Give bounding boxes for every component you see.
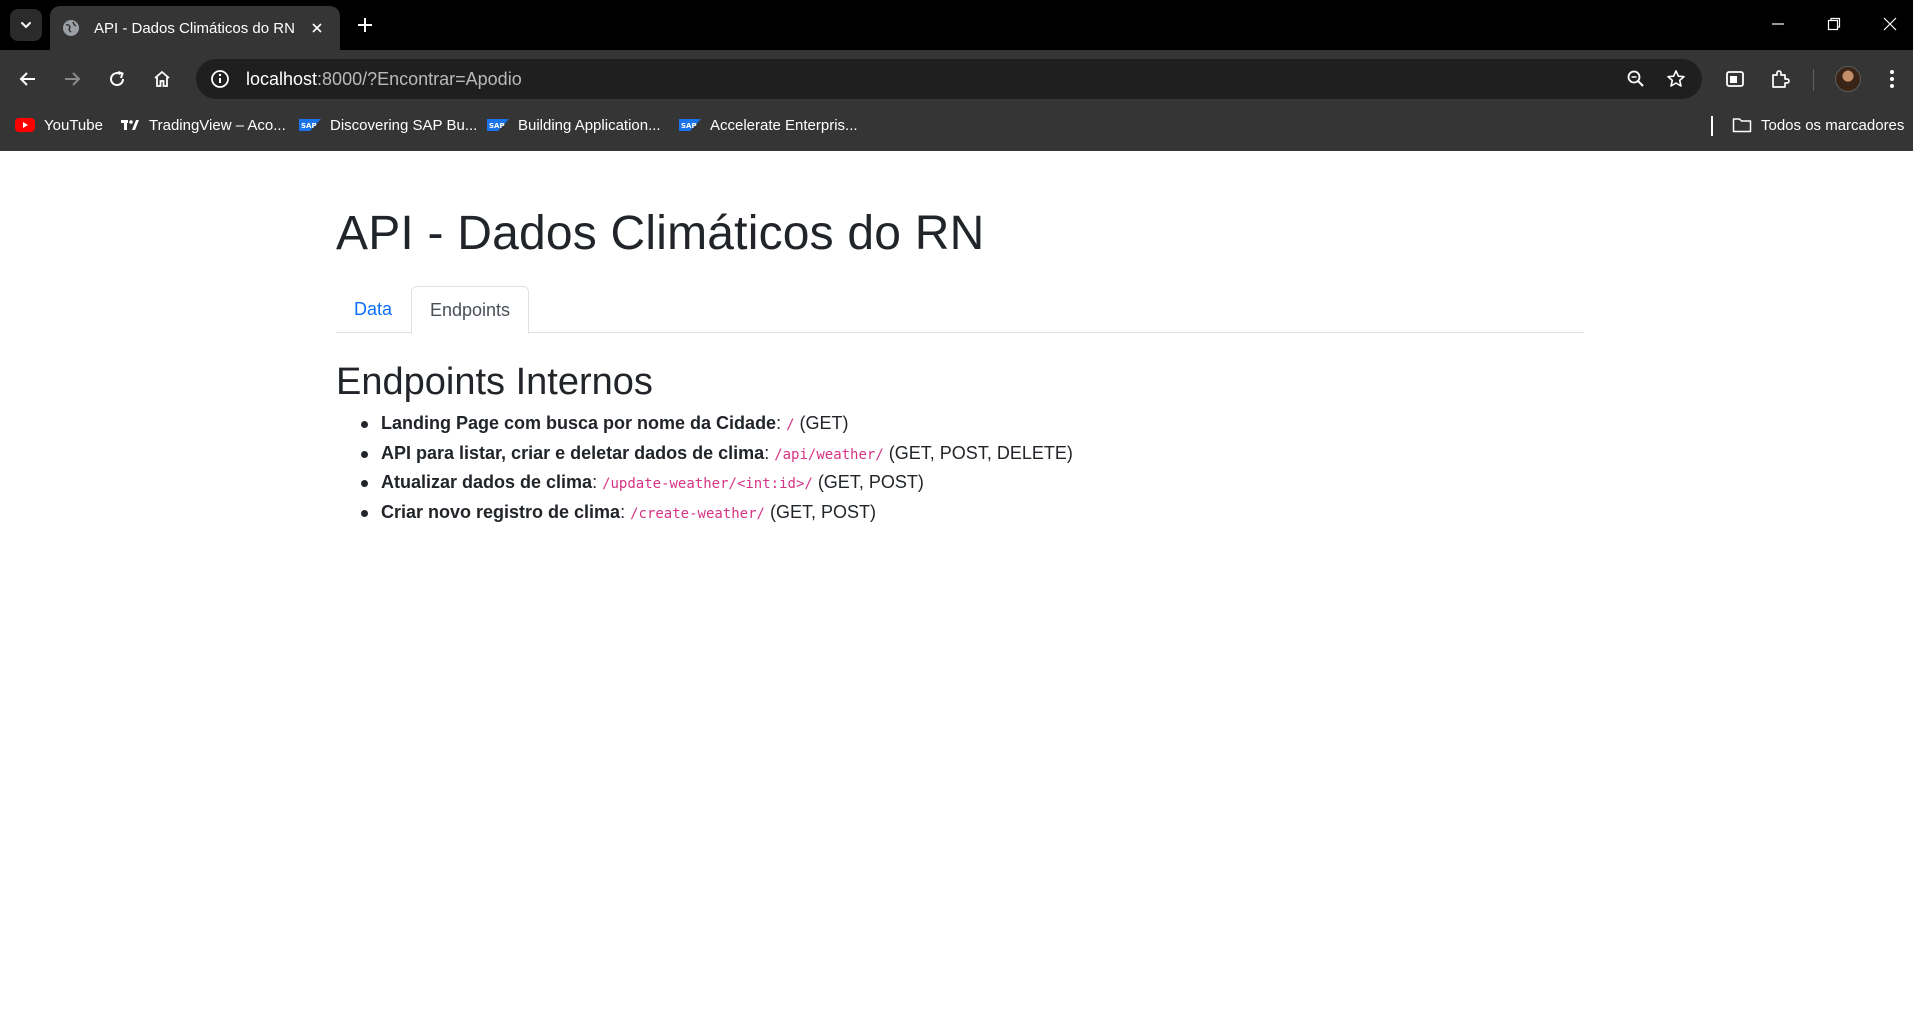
svg-text:SAP: SAP [681, 122, 697, 130]
close-window-button[interactable] [1868, 8, 1912, 40]
restore-button[interactable] [1812, 8, 1856, 40]
endpoint-path: /create-weather/ [630, 505, 765, 522]
avatar [1835, 66, 1861, 92]
forward-button[interactable] [56, 63, 88, 95]
endpoint-path: /update-weather/<int:id>/ [602, 476, 813, 492]
browser-chrome: API - Dados Climáticos do RN localhost:8… [0, 0, 1913, 151]
bookmark-label: TradingView – Aco... [149, 116, 286, 134]
tab-strip: API - Dados Climáticos do RN [0, 0, 1913, 50]
url-text[interactable]: localhost:8000/?Encontrar=Apodio [246, 69, 522, 90]
youtube-icon [15, 118, 35, 132]
new-tab-button[interactable] [352, 12, 378, 38]
sap-icon: SAP [299, 119, 321, 131]
endpoint-methods: (GET) [799, 413, 849, 433]
bookmark-youtube[interactable]: YouTube [15, 113, 103, 137]
reload-button[interactable] [101, 63, 133, 95]
all-bookmarks-button[interactable]: Todos os marcadores [1732, 113, 1904, 137]
sap-icon: SAP [679, 119, 701, 131]
puzzle-icon [1772, 70, 1790, 88]
bookmarks-bar: YouTube TradingView – Aco... SAP Discove… [0, 108, 1913, 142]
tab-title: API - Dados Climáticos do RN [94, 19, 295, 37]
bookmark-sap-discovering[interactable]: SAP Discovering SAP Bu... [299, 113, 477, 137]
bookmark-star-icon[interactable] [1660, 63, 1692, 95]
endpoint-name: Atualizar dados de clima [381, 472, 593, 492]
page-title: API - Dados Climáticos do RN [336, 207, 985, 260]
globe-icon [63, 20, 79, 36]
tab-search-button[interactable] [10, 9, 42, 41]
svg-text:SAP: SAP [301, 122, 317, 130]
bookmark-sap-accelerate[interactable]: SAP Accelerate Enterpris... [679, 113, 858, 137]
tradingview-icon [120, 118, 140, 132]
minimize-button[interactable] [1756, 8, 1800, 40]
endpoint-name: Criar novo registro de clima [381, 501, 621, 522]
arrow-left-icon [19, 72, 35, 86]
endpoint-methods: (GET, POST) [769, 501, 876, 522]
arrow-right-icon [65, 72, 81, 86]
endpoint-name: API para listar, criar e deletar dados d… [381, 442, 765, 463]
close-tab-icon[interactable] [306, 17, 328, 39]
section-title: Endpoints Internos [336, 361, 653, 403]
kebab-menu-icon [1890, 70, 1894, 88]
bookmark-label: Discovering SAP Bu... [330, 116, 478, 134]
endpoint-methods: (GET, POST) [817, 472, 924, 492]
folder-icon [1732, 117, 1752, 133]
bookmarks-divider [1711, 116, 1713, 136]
minimize-icon [1772, 23, 1784, 25]
page-viewport: API - Dados Climáticos do RN Data Endpoi… [0, 151, 1913, 1020]
endpoint-methods: (GET, POST, DELETE) [888, 442, 1073, 463]
endpoint-name: Landing Page com busca por nome da Cidad… [381, 413, 777, 433]
sidepanel-button[interactable] [1719, 63, 1751, 95]
extensions-button[interactable] [1764, 63, 1796, 95]
tab-data[interactable]: Data [336, 286, 410, 333]
browser-toolbar: localhost:8000/?Encontrar=Apodio [0, 56, 1913, 102]
plus-icon [358, 18, 372, 32]
zoom-icon[interactable] [1620, 63, 1652, 95]
list-item: Atualizar dados de clima: /update-weathe… [361, 469, 1073, 499]
home-button[interactable] [146, 63, 178, 95]
profile-button[interactable] [1832, 63, 1864, 95]
restore-icon [1827, 17, 1841, 31]
tab-endpoints[interactable]: Endpoints [411, 286, 530, 334]
address-bar[interactable]: localhost:8000/?Encontrar=Apodio [196, 59, 1702, 99]
home-icon [154, 70, 170, 87]
list-item: Criar novo registro de clima: /create-we… [361, 499, 1073, 529]
endpoint-list: Landing Page com busca por nome da Cidad… [361, 410, 1073, 529]
url-path: :8000/?Encontrar=Apodio [317, 68, 522, 89]
endpoint-path: /api/weather/ [774, 446, 884, 463]
all-bookmarks-label: Todos os marcadores [1761, 116, 1905, 134]
browser-tab-active[interactable]: API - Dados Climáticos do RN [50, 6, 340, 50]
menu-button[interactable] [1876, 63, 1908, 95]
chevron-down-icon [21, 22, 31, 29]
reload-icon [110, 71, 125, 87]
list-item: Landing Page com busca por nome da Cidad… [361, 410, 1073, 440]
toolbar-divider [1813, 69, 1814, 91]
bookmark-label: Accelerate Enterpris... [710, 116, 858, 134]
address-bar-actions [1620, 63, 1692, 95]
list-item: API para listar, criar e deletar dados d… [361, 440, 1073, 470]
side-panel-icon [1726, 71, 1744, 87]
bookmark-tradingview[interactable]: TradingView – Aco... [120, 113, 286, 137]
endpoint-path: / [786, 417, 795, 433]
site-info-icon[interactable] [208, 67, 232, 91]
bookmark-label: Building Application... [518, 116, 661, 134]
svg-text:SAP: SAP [489, 122, 505, 130]
back-button[interactable] [12, 63, 44, 95]
bookmark-label: YouTube [44, 116, 103, 134]
close-icon [1883, 17, 1897, 31]
url-host: localhost [246, 68, 318, 89]
nav-tabs: Data Endpoints [336, 286, 1584, 334]
bookmark-sap-building[interactable]: SAP Building Application... [487, 113, 661, 137]
sap-icon: SAP [487, 119, 509, 131]
